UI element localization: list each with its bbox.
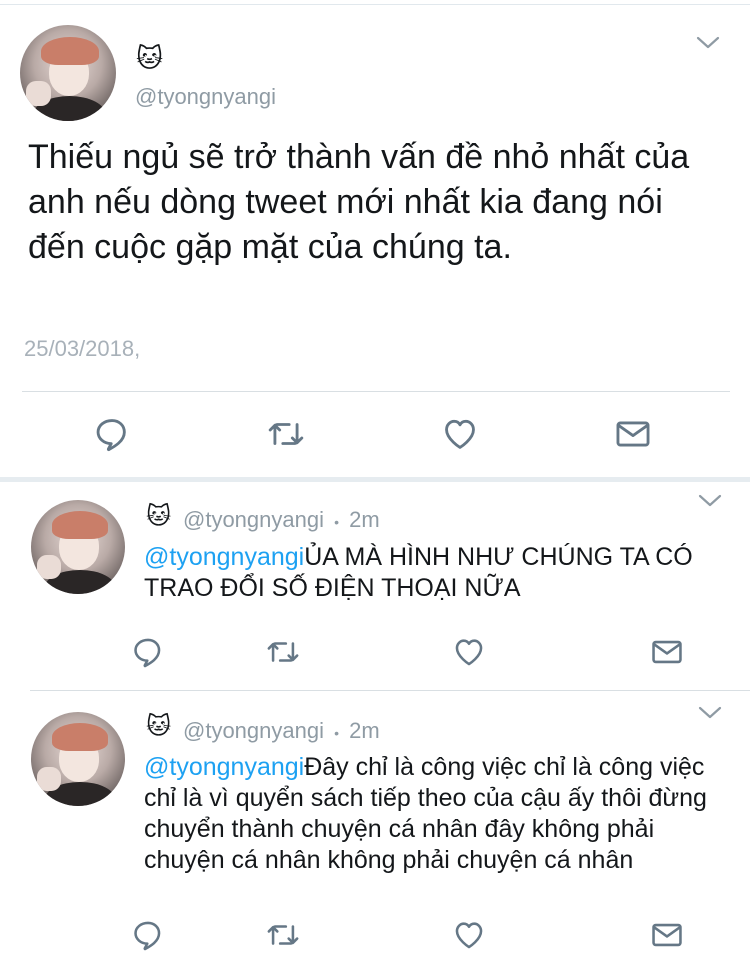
envelope-icon[interactable] (614, 415, 652, 453)
avatar[interactable] (31, 500, 125, 594)
display-name-emoji[interactable]: 🐱 (136, 45, 163, 71)
avatar[interactable] (20, 25, 116, 121)
envelope-icon[interactable] (650, 918, 684, 952)
username-handle[interactable]: @tyongnyangi (183, 507, 324, 532)
retweet-icon[interactable] (266, 918, 300, 952)
tweet-text: Thiếu ngủ sẽ trở thành vấn đề nhỏ nhất c… (28, 138, 690, 266)
reply-icon[interactable] (131, 635, 165, 669)
retweet-icon[interactable] (267, 415, 305, 453)
dot-separator: • (334, 725, 340, 741)
relative-time: 2m (349, 507, 380, 532)
chevron-down-icon[interactable] (698, 494, 722, 508)
chevron-down-icon[interactable] (698, 706, 722, 720)
section-divider (0, 477, 750, 482)
dot-separator: • (334, 514, 340, 530)
username-handle[interactable]: @tyongnyangi (135, 84, 276, 110)
reply-header: @tyongnyangi • 2m (183, 507, 380, 533)
reply-icon[interactable] (131, 918, 165, 952)
reply-text: @tyongnyangiĐây chỉ là công việc chỉ là … (144, 752, 724, 876)
retweet-icon[interactable] (266, 635, 300, 669)
separator-line (22, 391, 730, 392)
envelope-icon[interactable] (650, 635, 684, 669)
display-name-emoji[interactable]: 🐱 (146, 715, 171, 739)
username-handle[interactable]: @tyongnyangi (183, 718, 324, 743)
mention-link[interactable]: @tyongnyangi (144, 753, 304, 781)
reply-text: @tyongnyangiỦA MÀ HÌNH NHƯ CHÚNG TA CÓ T… (144, 542, 724, 604)
avatar[interactable] (31, 712, 125, 806)
heart-icon[interactable] (452, 918, 486, 952)
display-name-emoji[interactable]: 🐱 (146, 505, 171, 529)
relative-time: 2m (349, 718, 380, 743)
reply-header: @tyongnyangi • 2m (183, 718, 380, 744)
reply-icon[interactable] (93, 415, 131, 453)
heart-icon[interactable] (441, 415, 479, 453)
timestamp: 25/03/2018, (24, 336, 141, 361)
top-border (0, 4, 750, 5)
separator-line (30, 690, 750, 691)
mention-link[interactable]: @tyongnyangi (144, 543, 304, 571)
chevron-down-icon[interactable] (696, 36, 720, 50)
heart-icon[interactable] (452, 635, 486, 669)
